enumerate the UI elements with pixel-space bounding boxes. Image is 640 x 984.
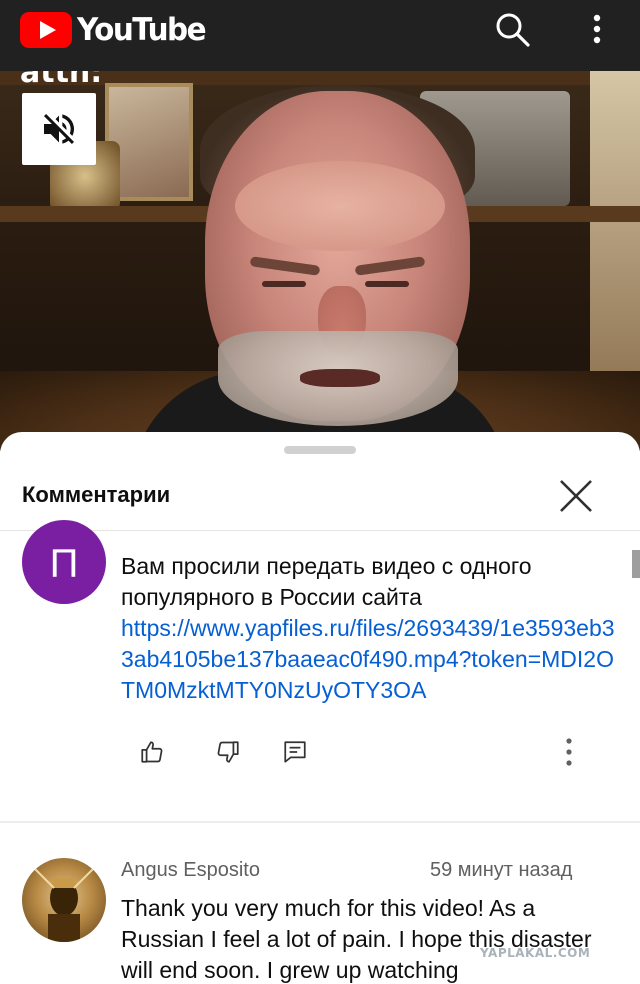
drag-handle[interactable] <box>284 446 356 454</box>
like-button[interactable] <box>132 732 172 772</box>
avatar-letter: П <box>49 542 79 586</box>
avatar[interactable]: П <box>22 520 106 604</box>
more-vert-icon <box>566 738 572 766</box>
search-icon[interactable] <box>490 10 534 50</box>
close-icon[interactable] <box>556 476 596 516</box>
volume-off-icon <box>44 114 74 144</box>
avatar[interactable] <box>22 858 106 942</box>
more-vert-icon[interactable] <box>580 10 614 50</box>
background-cabinet <box>590 71 640 401</box>
thumb-up-icon <box>141 741 163 763</box>
comment-text: Вам просили передать видео с одного попу… <box>121 553 532 610</box>
header-divider <box>0 530 640 531</box>
comment-text: Thank you very much for this video! As a… <box>121 895 592 983</box>
app-bar: YouTube <box>0 0 640 71</box>
comment-link[interactable]: https://www.yapfiles.ru/files/2693439/1e… <box>121 613 621 706</box>
comment-menu-button[interactable] <box>549 732 589 772</box>
dislike-button[interactable] <box>208 732 248 772</box>
comment-author[interactable]: Angus Esposito <box>121 857 260 883</box>
comment-divider <box>0 821 640 823</box>
scrollbar[interactable] <box>632 550 640 578</box>
reply-icon <box>284 741 306 763</box>
panel-title: Комментарии <box>22 482 171 507</box>
site-watermark: YAPLAKAL.COM <box>480 946 591 960</box>
avatar-image <box>33 867 95 942</box>
comment-timestamp: 59 минут назад <box>430 859 573 881</box>
channel-watermark: attn: <box>20 71 103 90</box>
thumb-down-icon <box>217 741 239 763</box>
reply-button[interactable] <box>275 732 315 772</box>
comments-panel: Комментарии П Вам просили передать видео… <box>0 432 640 984</box>
youtube-logo-icon[interactable] <box>20 12 72 48</box>
app-wordmark[interactable]: YouTube <box>77 11 207 49</box>
mute-button[interactable] <box>22 93 96 165</box>
video-player[interactable]: attn: <box>0 71 640 451</box>
